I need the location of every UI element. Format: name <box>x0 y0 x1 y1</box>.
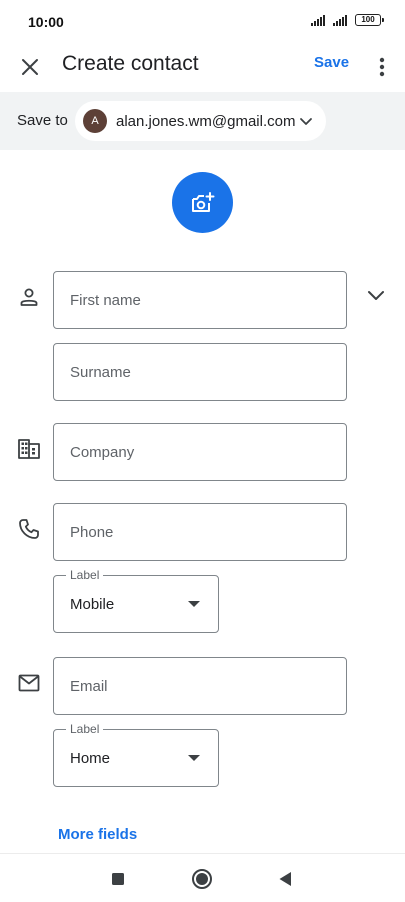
phone-label-value: Mobile <box>70 596 115 613</box>
more-fields-button[interactable]: More fields <box>58 826 137 843</box>
save-button[interactable]: Save <box>314 54 349 71</box>
square-icon <box>112 873 124 885</box>
circle-icon <box>192 869 212 889</box>
more-vert-icon <box>379 57 385 77</box>
signal-icon <box>311 14 325 26</box>
chevron-down-icon <box>300 118 312 125</box>
recents-button[interactable] <box>107 868 129 890</box>
add-photo-icon <box>191 191 214 212</box>
status-bar: 10:00 100 <box>0 0 405 44</box>
phone-input[interactable] <box>54 504 346 560</box>
dropdown-arrow-icon <box>188 601 200 607</box>
account-email: alan.jones.wm@gmail.com <box>116 112 296 130</box>
app-bar: Create contact Save <box>0 44 405 92</box>
page-title: Create contact <box>62 52 199 75</box>
save-to-label: Save to <box>17 112 68 129</box>
surname-field <box>53 343 347 401</box>
email-field <box>53 657 347 715</box>
home-button[interactable] <box>191 868 213 890</box>
company-field <box>53 423 347 481</box>
first-name-field <box>53 271 347 329</box>
system-nav-bar <box>0 853 405 902</box>
email-label-select[interactable]: Label Home <box>53 722 219 787</box>
business-icon <box>17 437 41 461</box>
avatar: A <box>83 109 107 133</box>
back-button[interactable] <box>274 868 296 890</box>
status-time: 10:00 <box>28 14 64 30</box>
company-input[interactable] <box>54 424 346 480</box>
person-icon <box>17 285 41 309</box>
battery-icon: 100 <box>355 14 384 26</box>
more-options-button[interactable] <box>368 50 396 84</box>
signal-icon <box>333 14 347 26</box>
email-label-caption: Label <box>66 722 104 736</box>
account-bar: Save to A alan.jones.wm@gmail.com <box>0 92 405 150</box>
first-name-input[interactable] <box>54 272 346 328</box>
email-label-value: Home <box>70 750 111 767</box>
status-icons: 100 <box>311 14 384 26</box>
dropdown-arrow-icon <box>188 755 200 761</box>
mail-icon <box>17 671 41 695</box>
close-icon <box>22 59 38 75</box>
close-button[interactable] <box>14 51 46 83</box>
triangle-back-icon <box>279 872 291 886</box>
add-photo-button[interactable] <box>172 172 233 233</box>
account-selector[interactable]: A alan.jones.wm@gmail.com <box>75 101 326 141</box>
phone-icon <box>17 517 41 541</box>
email-input[interactable] <box>54 658 346 714</box>
phone-label-caption: Label <box>66 568 104 582</box>
surname-input[interactable] <box>54 344 346 400</box>
phone-field <box>53 503 347 561</box>
chevron-down-icon <box>368 291 384 300</box>
expand-name-button[interactable] <box>364 283 388 307</box>
phone-label-select[interactable]: Label Mobile <box>53 568 219 633</box>
